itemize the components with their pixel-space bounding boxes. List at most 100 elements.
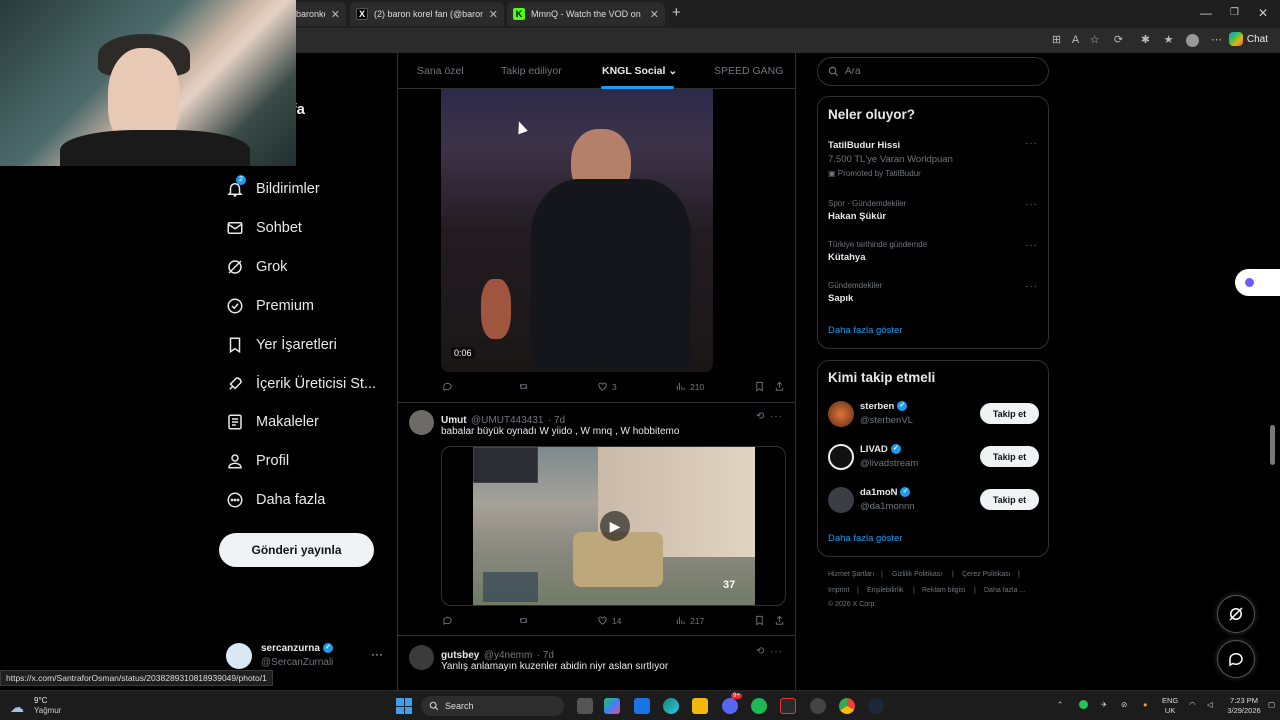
tweet-author-handle[interactable]: @y4nemm xyxy=(484,650,533,661)
follow-suggestion[interactable]: LIVAD ✓ @livadstream Takip et xyxy=(818,441,1048,473)
grok-icon[interactable]: ⟲ xyxy=(756,411,764,422)
tweet-video[interactable]: 0:06 xyxy=(441,89,713,372)
tab-kngl-social[interactable]: KNGL Social ⌄ xyxy=(602,65,677,77)
trend-item[interactable]: Türkiye tarihinde gündemde Kütahya ··· xyxy=(818,238,1048,270)
new-tab-button[interactable]: + xyxy=(672,4,681,21)
trend-more-icon[interactable]: ··· xyxy=(1025,199,1038,210)
obs-icon[interactable] xyxy=(810,698,826,714)
edge-icon[interactable] xyxy=(663,698,679,714)
share-button[interactable] xyxy=(774,615,785,626)
bookmark-button[interactable] xyxy=(754,615,765,626)
messages-fab-button[interactable] xyxy=(1217,640,1255,678)
share-button[interactable] xyxy=(774,381,785,392)
taskbar-search[interactable]: Search xyxy=(421,696,564,716)
spotify-icon[interactable] xyxy=(751,698,767,714)
restore-button[interactable]: ❐ xyxy=(1230,7,1239,18)
retweet-button[interactable] xyxy=(518,381,529,392)
views-button[interactable]: 210 xyxy=(675,381,704,392)
retweet-button[interactable] xyxy=(518,615,529,626)
language-indicator[interactable]: ENG UK xyxy=(1162,696,1178,716)
tray-app-icon[interactable]: ⊘ xyxy=(1121,700,1127,710)
profile-avatar-icon[interactable] xyxy=(1186,34,1199,47)
minimize-button[interactable]: — xyxy=(1200,6,1212,20)
copilot-chat-button[interactable]: Chat xyxy=(1228,32,1268,46)
nav-item-articles[interactable]: Makaleler xyxy=(226,407,319,437)
menu-dots-icon[interactable]: ⋯ xyxy=(1210,34,1223,47)
extensions-icon[interactable]: ✱ xyxy=(1139,34,1152,47)
side-assistant-button[interactable] xyxy=(1235,269,1280,296)
favorite-star-icon[interactable]: ☆ xyxy=(1088,34,1101,47)
like-button[interactable]: 14 xyxy=(597,615,621,626)
tab-mmnq-kick[interactable]: K MmnQ - Watch the VOD on Kick ✕ xyxy=(507,2,665,26)
follow-suggestion[interactable]: da1moN ✓ @da1monnn Takip et xyxy=(818,484,1048,516)
trend-item[interactable]: TatilBudur Hissi 7.500 TL'ye Varan World… xyxy=(818,137,1048,181)
nav-item-bookmarks[interactable]: Yer İşaretleri xyxy=(226,330,337,360)
favorites-icon[interactable]: ★ xyxy=(1162,34,1175,47)
discord-icon[interactable]: 9+ xyxy=(722,693,742,714)
read-aloud-icon[interactable]: A xyxy=(1069,34,1082,47)
show-more-trends-link[interactable]: Daha fazla göster xyxy=(828,325,902,336)
task-view-icon[interactable] xyxy=(577,698,593,714)
steam-icon[interactable] xyxy=(868,698,884,714)
tab-baronkorelfi[interactable]: baronkorelfi ✕ xyxy=(290,2,346,26)
tray-app-icon[interactable]: ✈ xyxy=(1101,700,1107,710)
avatar[interactable] xyxy=(409,645,434,670)
show-more-follow-link[interactable]: Daha fazla göster xyxy=(828,533,902,544)
volume-icon[interactable]: ◁ xyxy=(1207,700,1213,710)
follow-button[interactable]: Takip et xyxy=(980,489,1039,510)
trend-item[interactable]: Spor · Gündemdekiler Hakan Şükür ··· xyxy=(818,197,1048,229)
apps-icon[interactable]: ⊞ xyxy=(1050,34,1063,47)
chevron-up-icon[interactable]: ⌃ xyxy=(1057,700,1063,710)
tweet-author-name[interactable]: gutsbey xyxy=(441,650,479,661)
follow-button[interactable]: Takip et xyxy=(980,403,1039,424)
nav-item-profile[interactable]: Profil xyxy=(226,446,289,476)
close-icon[interactable]: ✕ xyxy=(489,8,498,21)
views-button[interactable]: 217 xyxy=(675,615,704,626)
wifi-icon[interactable]: ◠ xyxy=(1189,700,1196,710)
tab-following[interactable]: Takip ediliyor xyxy=(501,65,562,77)
tweet-more-icon[interactable]: ··· xyxy=(770,646,783,657)
nav-item-grok[interactable]: Grok xyxy=(226,252,287,282)
refresh-icon[interactable]: ⟳ xyxy=(1112,34,1125,47)
nav-item-notifications[interactable]: 2 Bildirimler xyxy=(226,174,320,204)
trend-more-icon[interactable]: ··· xyxy=(1025,281,1038,292)
tray-status-icon[interactable] xyxy=(1079,700,1088,709)
tweet-time[interactable]: · 7d xyxy=(548,415,565,426)
grok-icon[interactable]: ⟲ xyxy=(756,646,764,657)
capcut-icon[interactable] xyxy=(780,698,796,714)
nav-item-premium[interactable]: Premium xyxy=(226,291,314,321)
like-button[interactable]: 3 xyxy=(597,381,617,392)
account-switcher[interactable]: sercanzurna ✓ @SercanZurnali ··· xyxy=(226,641,396,671)
nav-item-more[interactable]: Daha fazla xyxy=(226,485,325,515)
store-icon[interactable] xyxy=(634,698,650,714)
trend-item[interactable]: Gündemdekiler Sapık ··· xyxy=(818,280,1048,312)
follow-button[interactable]: Takip et xyxy=(980,446,1039,467)
account-menu-icon[interactable]: ··· xyxy=(371,647,383,661)
microphone-icon[interactable]: ● xyxy=(1143,700,1148,710)
scrollbar-thumb[interactable] xyxy=(1270,425,1275,465)
close-icon[interactable]: ✕ xyxy=(650,8,659,21)
reply-button[interactable] xyxy=(442,381,453,392)
tweet-video[interactable]: 37 ▶ xyxy=(441,446,786,606)
close-window-button[interactable]: ✕ xyxy=(1258,6,1268,20)
tab-speed-gang[interactable]: SPEED GANG xyxy=(714,65,783,77)
file-explorer-icon[interactable] xyxy=(692,698,708,714)
nav-item-creator-studio[interactable]: İçerik Üreticisi St... xyxy=(226,369,376,399)
tab-for-you[interactable]: Sana özel xyxy=(417,65,464,77)
grok-fab-button[interactable] xyxy=(1217,595,1255,633)
close-icon[interactable]: ✕ xyxy=(331,8,340,21)
notification-center-icon[interactable]: ▢ xyxy=(1268,700,1275,710)
reply-button[interactable] xyxy=(442,615,453,626)
windows-start-icon[interactable] xyxy=(396,698,412,714)
tweet-time[interactable]: · 7d xyxy=(537,650,554,661)
trend-more-icon[interactable]: ··· xyxy=(1025,138,1038,149)
nav-item-messages[interactable]: Sohbet xyxy=(226,213,302,243)
play-icon[interactable]: ▶ xyxy=(600,511,630,541)
post-button[interactable]: Gönderi yayınla xyxy=(219,533,374,567)
clock[interactable]: 7:23 PM 3/29/2026 xyxy=(1226,696,1262,716)
tab-baron-korel-fan[interactable]: X (2) baron korel fan (@baronkorelfi ✕ xyxy=(350,2,504,26)
avatar[interactable] xyxy=(409,410,434,435)
bookmark-button[interactable] xyxy=(754,381,765,392)
tweet-author-name[interactable]: Umut xyxy=(441,415,467,426)
follow-suggestion[interactable]: sterben ✓ @sterbenVL Takip et xyxy=(818,398,1048,430)
